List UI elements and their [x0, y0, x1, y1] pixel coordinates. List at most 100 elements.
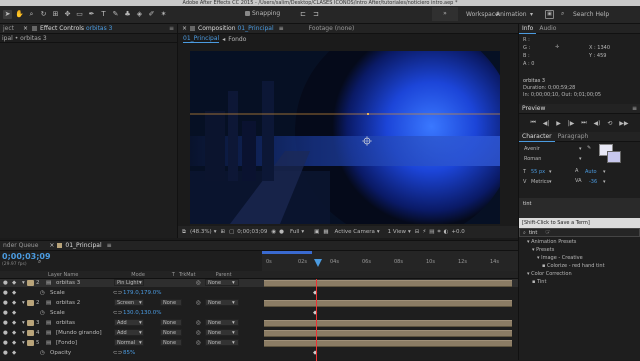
constrain-proportions-icon[interactable]: ⊂⊃ — [113, 349, 122, 357]
solo-icon[interactable]: ◆ — [12, 279, 16, 287]
transparency-grid-icon[interactable]: ▦ — [323, 229, 328, 235]
panel-menu-icon[interactable]: ≡ — [279, 25, 284, 32]
tools-panel-icon[interactable]: ▣ — [545, 10, 554, 19]
col-mode[interactable]: Mode — [131, 272, 145, 278]
mode-chevron-icon[interactable]: ▾ — [139, 279, 142, 287]
time-ruler[interactable]: 0s 02s 04s 06s 08s 10s 12s 14s — [262, 251, 518, 271]
constrain-proportions-icon[interactable]: ⊂⊃ — [113, 309, 122, 317]
disclosure-triangle-icon[interactable]: ▾ — [22, 329, 25, 337]
fast-preview-icon[interactable]: ⚡ — [422, 229, 426, 235]
ram-preview-icon[interactable]: ▶▶ — [619, 120, 628, 127]
trkmat-select[interactable]: None — [160, 319, 182, 326]
view-chevron-icon[interactable]: ▾ — [408, 229, 411, 235]
prev-frame-icon[interactable]: ◀| — [543, 120, 550, 127]
panel-menu-icon[interactable]: ≡ — [169, 25, 174, 32]
disclosure-triangle-icon[interactable]: ▾ — [22, 339, 25, 347]
comp-timecode[interactable]: 0;00;03;09 — [237, 229, 267, 235]
tab-footage[interactable]: Footage (none) — [306, 24, 358, 34]
close-icon[interactable]: × — [49, 242, 54, 249]
visibility-eye-icon[interactable]: ● — [3, 329, 8, 337]
layer-duration-bar[interactable] — [264, 340, 512, 347]
mode-chevron-icon[interactable]: ▾ — [139, 319, 142, 327]
visibility-eye-icon[interactable]: ● — [3, 289, 8, 297]
stopwatch-icon[interactable]: ◷ — [40, 309, 45, 317]
next-frame-icon[interactable]: |▶ — [568, 120, 575, 127]
property-value[interactable]: 130.0,130.0% — [123, 309, 161, 317]
tracking-value[interactable]: -36 — [589, 179, 597, 185]
effects-tree-item[interactable]: ▾ Image - Creative — [537, 255, 583, 261]
snapping-icon[interactable]: ⊏ — [300, 10, 306, 18]
hand-tool-icon[interactable]: ✋ — [15, 10, 24, 19]
search-help-input[interactable]: Search Help — [573, 11, 609, 18]
font-size-value[interactable]: 55 px — [531, 169, 545, 175]
parent-pickwhip-icon[interactable]: ◎ — [196, 279, 201, 287]
property-row[interactable]: ●◆◷Scale⊂⊃130.0,130.0%◆ — [0, 309, 518, 317]
leading-chevron-icon[interactable]: ▾ — [603, 169, 606, 175]
zoom-select[interactable]: (48.3%) — [190, 229, 212, 235]
parent-pickwhip-icon[interactable]: ◎ — [196, 319, 201, 327]
resolution-select[interactable]: Full — [290, 229, 299, 235]
tab-project[interactable]: ject — [0, 24, 17, 34]
layer-name[interactable]: orbitas 2 — [56, 299, 80, 307]
playhead-icon[interactable] — [314, 259, 322, 267]
leading-value[interactable]: Auto — [585, 169, 597, 175]
disclosure-triangle-icon[interactable]: ▾ — [22, 299, 25, 307]
eyedropper-icon[interactable]: ✎ — [587, 145, 591, 151]
current-time-indicator[interactable] — [316, 279, 317, 361]
brush-tool-icon[interactable]: ✎ — [111, 10, 120, 19]
flowchart-icon[interactable]: ⌗ — [437, 229, 440, 236]
effects-search-text[interactable]: tint — [523, 201, 531, 207]
property-value[interactable]: 85% — [123, 349, 135, 357]
timeline-icon[interactable]: ▤ — [429, 229, 434, 235]
font-style-select[interactable]: Roman — [524, 156, 541, 162]
effects-search-bar[interactable]: ⌕ tint ☞ — [519, 228, 640, 237]
effects-tree-item[interactable]: ▾ Color Correction — [527, 271, 572, 277]
font-chevron-icon[interactable]: ▾ — [579, 146, 582, 152]
timeline-timecode[interactable]: 0;00;03;09 — [2, 252, 51, 261]
tab-timeline-comp[interactable]: 01_Principal — [62, 241, 104, 251]
col-layer-name[interactable]: Layer Name — [48, 272, 78, 278]
camera-select[interactable]: Active Camera — [335, 229, 375, 235]
panel-menu-icon[interactable]: ≡ — [632, 105, 637, 112]
kerning-value[interactable]: Metrics — [531, 179, 549, 185]
expand-icon[interactable]: » — [432, 7, 458, 21]
snapping-toggle[interactable]: Snapping — [245, 10, 280, 17]
trkmat-select[interactable]: None — [160, 339, 182, 346]
layer-row[interactable]: ● ◆ ▾ 4 ▤ [Mundo girando] Add ▾ None ◎ None ▾ — [0, 329, 518, 337]
size-chevron-icon[interactable]: ▾ — [549, 169, 552, 175]
nav-comp-fondo[interactable]: Fondo — [228, 36, 246, 43]
layer-row[interactable]: ● ◆ ▾ 3 ▤ orbitas Add ▾ None ◎ None ▾ — [0, 319, 518, 327]
layer-name[interactable]: orbitas — [56, 319, 75, 327]
visibility-eye-icon[interactable]: ● — [3, 299, 8, 307]
solo-icon[interactable]: ◆ — [12, 309, 16, 317]
col-t[interactable]: T — [172, 272, 175, 278]
search-icon[interactable]: ⌕ — [561, 10, 564, 18]
first-frame-icon[interactable]: ⏮ — [530, 119, 535, 127]
always-preview-icon[interactable]: ⧉ — [182, 229, 186, 236]
effects-tree-item[interactable]: ▪ Colorize - red hand tint — [542, 263, 605, 269]
clone-tool-icon[interactable]: ♣ — [123, 10, 132, 19]
solo-icon[interactable]: ◆ — [12, 299, 16, 307]
exposure-icon[interactable]: ◐ — [444, 229, 449, 235]
play-icon[interactable]: ▶ — [556, 120, 561, 127]
solo-icon[interactable]: ◆ — [12, 289, 16, 297]
layer-row[interactable]: ● ◆ ▾ 2 ▤ orbitas 2 Screen ▾ None ◎ None ▾ — [0, 299, 518, 307]
mute-icon[interactable]: ◀) — [594, 120, 601, 127]
visibility-eye-icon[interactable]: ● — [3, 309, 8, 317]
visibility-eye-icon[interactable]: ● — [3, 279, 8, 287]
camera-chevron-icon[interactable]: ▾ — [377, 229, 380, 235]
search-icon[interactable]: ⌕ — [38, 258, 41, 266]
camera-tool-icon[interactable]: ⊞ — [51, 10, 60, 19]
layer-name[interactable]: [Fondo] — [56, 339, 77, 347]
close-icon[interactable]: × — [23, 25, 28, 32]
snapshot-icon[interactable]: ◉ — [271, 229, 276, 235]
last-frame-icon[interactable]: ⏭ — [581, 119, 586, 127]
solo-icon[interactable]: ◆ — [12, 349, 16, 357]
mode-chevron-icon[interactable]: ▾ — [139, 329, 142, 337]
constrain-proportions-icon[interactable]: ⊂⊃ — [113, 289, 122, 297]
style-chevron-icon[interactable]: ▾ — [579, 156, 582, 162]
col-parent[interactable]: Parent — [216, 272, 232, 278]
effects-tree-item[interactable]: ▾ Presets — [532, 247, 554, 253]
property-value[interactable]: 179.0,179.0% — [123, 289, 161, 297]
tab-render-queue[interactable]: nder Queue — [0, 241, 41, 251]
